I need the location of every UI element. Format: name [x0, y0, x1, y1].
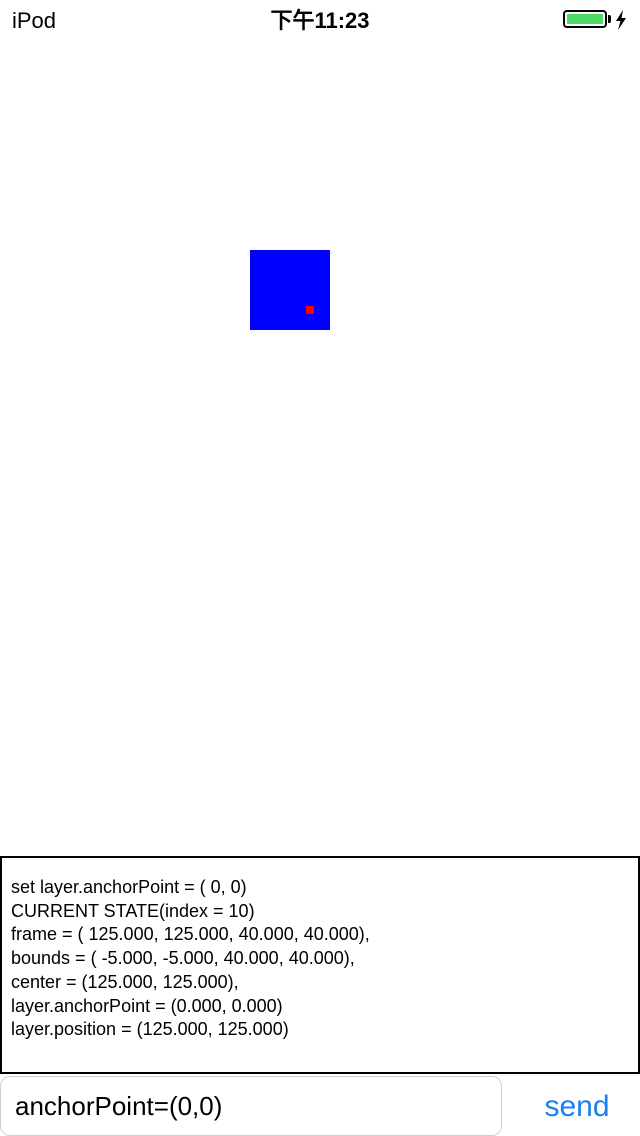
battery-icon	[563, 10, 607, 28]
lightning-bolt-icon	[616, 10, 626, 30]
command-input[interactable]	[0, 1076, 502, 1136]
demo-layer	[250, 250, 330, 330]
status-bar: iPod 下午11:23	[0, 0, 640, 40]
log-line: frame = ( 125.000, 125.000, 40.000, 40.0…	[11, 924, 370, 945]
anchor-point-marker	[306, 306, 314, 314]
log-output: set layer.anchorPoint = ( 0, 0) CURRENT S…	[0, 856, 640, 1074]
status-time: 下午11:23	[270, 8, 370, 33]
send-button[interactable]: send	[520, 1082, 634, 1132]
battery-tip	[608, 15, 611, 23]
log-line: center = (125.000, 125.000),	[11, 971, 239, 992]
log-line: bounds = ( -5.000, -5.000, 40.000, 40.00…	[11, 948, 355, 969]
log-line: CURRENT STATE(index = 10)	[11, 900, 255, 921]
battery-level-fill	[567, 14, 603, 24]
log-line: layer.anchorPoint = (0.000, 0.000)	[11, 995, 283, 1016]
log-line: set layer.anchorPoint = ( 0, 0)	[11, 877, 247, 897]
log-line: layer.position = (125.000, 125.000)	[11, 1019, 289, 1040]
